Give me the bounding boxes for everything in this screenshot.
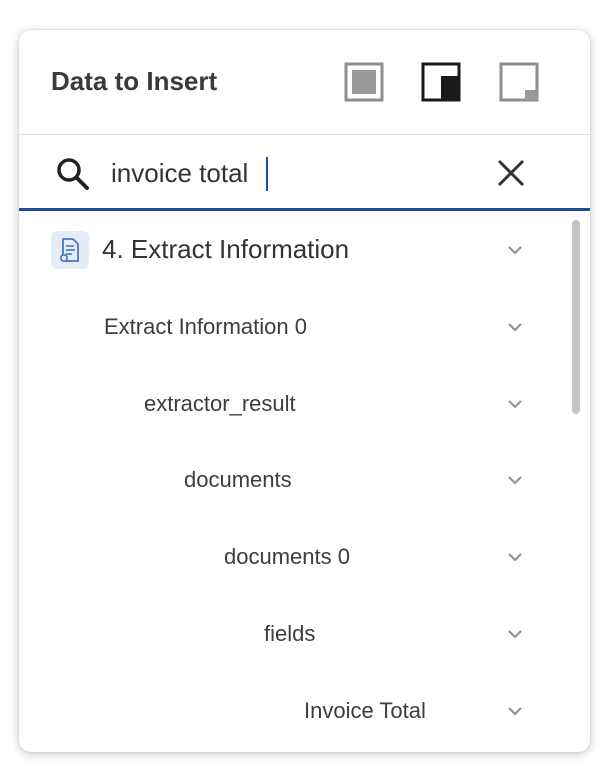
collapsed-view-icon <box>499 62 539 102</box>
data-tree: 4. Extract Information Extract Informati… <box>19 211 590 752</box>
document-step-icon <box>51 231 89 269</box>
chevron-down-icon[interactable] <box>505 394 525 414</box>
tree-item-label: documents <box>184 467 292 492</box>
tree-item-label: fields <box>264 621 316 646</box>
panel-header: Data to Insert <box>19 30 590 135</box>
tree-item-extract-information-0[interactable]: Extract Information 0 <box>19 297 567 357</box>
tree-item-extractor-result[interactable]: extractor_result <box>19 374 567 434</box>
tree-item-label: 4. Extract Information <box>102 234 350 264</box>
chevron-down-icon[interactable] <box>505 317 525 337</box>
search-bar <box>19 135 590 211</box>
chevron-down-icon[interactable] <box>505 547 525 567</box>
chevron-down-icon[interactable] <box>505 240 525 260</box>
tree-item-documents-0[interactable]: documents 0 <box>19 527 567 587</box>
chevron-down-icon[interactable] <box>505 470 525 490</box>
collapsed-view-button[interactable] <box>499 62 539 102</box>
tree-item-invoice-total[interactable]: Invoice Total <box>19 681 567 741</box>
data-to-insert-panel: Data to Insert invoice total 4. Extract … <box>19 30 590 752</box>
full-view-icon <box>344 62 384 102</box>
split-view-icon <box>421 62 461 102</box>
search-input[interactable] <box>111 151 481 195</box>
close-icon <box>497 159 525 187</box>
chevron-down-icon[interactable] <box>505 624 525 644</box>
tree-item-label: extractor_result <box>144 391 296 416</box>
clear-search-button[interactable] <box>495 157 527 189</box>
scrollbar-thumb[interactable] <box>572 220 580 414</box>
full-view-button[interactable] <box>344 62 384 102</box>
panel-title: Data to Insert <box>51 66 218 96</box>
text-cursor <box>266 157 268 191</box>
tree-item-documents[interactable]: documents <box>19 450 567 510</box>
tree-item-label: Invoice Total <box>304 698 426 723</box>
tree-item-fields[interactable]: fields <box>19 604 567 664</box>
chevron-down-icon[interactable] <box>505 701 525 721</box>
tree-item-label: Extract Information 0 <box>104 314 307 339</box>
search-icon <box>55 156 91 192</box>
split-view-button[interactable] <box>421 62 461 102</box>
tree-item-label: documents 0 <box>224 544 350 569</box>
tree-item-extract-information-step[interactable]: 4. Extract Information <box>19 220 567 280</box>
